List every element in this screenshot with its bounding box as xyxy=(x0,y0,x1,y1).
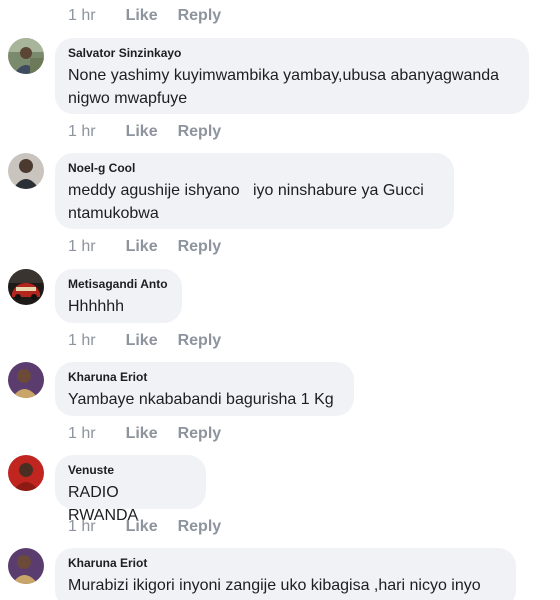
comment-text: Hhhhhh xyxy=(68,298,125,315)
user-avatar[interactable] xyxy=(8,455,44,491)
comment-bubble: Metisagandi Anto Hhhhhh xyxy=(55,269,182,323)
comment-text: None yashimy kuyimwambika yambay,ubusa a… xyxy=(68,67,504,107)
like-button[interactable]: Like xyxy=(126,518,158,536)
user-avatar[interactable] xyxy=(8,548,44,584)
comment-author[interactable]: Kharuna Eriot xyxy=(68,369,341,385)
reply-button[interactable]: Reply xyxy=(178,425,222,443)
like-button[interactable]: Like xyxy=(126,332,158,350)
comment-time[interactable]: 1 hr xyxy=(68,332,96,350)
user-avatar[interactable] xyxy=(8,269,44,305)
person-photo-avatar-icon xyxy=(8,153,44,189)
comment-actions: 1 hr Like Reply xyxy=(68,423,221,445)
user-avatar[interactable] xyxy=(8,38,44,74)
person-red-photo-avatar-icon xyxy=(8,455,44,491)
comment-author[interactable]: Salvator Sinzinkayo xyxy=(68,45,516,61)
comment-bubble: Kharuna Eriot Yambaye nkababandi baguris… xyxy=(55,362,354,416)
comment-bubble: Venuste RADIO RWANDA xyxy=(55,455,206,524)
like-button[interactable]: Like xyxy=(126,7,158,25)
reply-button[interactable]: Reply xyxy=(178,123,222,141)
like-button[interactable]: Like xyxy=(126,123,158,141)
reply-button[interactable]: Reply xyxy=(178,518,222,536)
comment-author[interactable]: Venuste xyxy=(68,462,193,478)
comment-feed: 1 hr Like Reply Salvator Sinzinkayo None… xyxy=(0,0,560,600)
like-button[interactable]: Like xyxy=(126,425,158,443)
comment-author[interactable]: Noel-g Cool xyxy=(68,160,441,176)
comment-bubble: Noel-g Cool meddy agushije ishyano iyo n… xyxy=(55,153,454,229)
comment-time[interactable]: 1 hr xyxy=(68,425,96,443)
user-avatar[interactable] xyxy=(8,153,44,189)
comment-actions: 1 hr Like Reply xyxy=(68,330,221,352)
person-photo-avatar-icon xyxy=(8,548,44,584)
person-photo-avatar-icon xyxy=(8,362,44,398)
user-avatar[interactable] xyxy=(8,362,44,398)
comment-bubble: Kharuna Eriot Murabizi ikigori inyoni za… xyxy=(55,548,516,600)
comment-actions: 1 hr Like Reply xyxy=(68,516,221,538)
comment-actions: 1 hr Like Reply xyxy=(68,236,221,258)
comment-bubble: Salvator Sinzinkayo None yashimy kuyimwa… xyxy=(55,38,529,114)
reply-button[interactable]: Reply xyxy=(178,7,222,25)
person-photo-avatar-icon xyxy=(8,38,44,74)
comment-text: Yambaye nkababandi bagurisha 1 Kg xyxy=(68,391,334,408)
comment-actions: 1 hr Like Reply xyxy=(68,5,221,27)
comment-author[interactable]: Metisagandi Anto xyxy=(68,276,169,292)
comment-time[interactable]: 1 hr xyxy=(68,518,96,536)
comment-author[interactable]: Kharuna Eriot xyxy=(68,555,503,571)
comment-time[interactable]: 1 hr xyxy=(68,238,96,256)
comment-time[interactable]: 1 hr xyxy=(68,7,96,25)
comment-actions: 1 hr Like Reply xyxy=(68,121,221,143)
like-button[interactable]: Like xyxy=(126,238,158,256)
comment-time[interactable]: 1 hr xyxy=(68,123,96,141)
car-photo-avatar-icon xyxy=(8,269,44,305)
comment-text: meddy agushije ishyano iyo ninshabure ya… xyxy=(68,182,429,222)
reply-button[interactable]: Reply xyxy=(178,332,222,350)
comment-text: Murabizi ikigori inyoni zangije uko kiba… xyxy=(68,577,481,594)
reply-button[interactable]: Reply xyxy=(178,238,222,256)
